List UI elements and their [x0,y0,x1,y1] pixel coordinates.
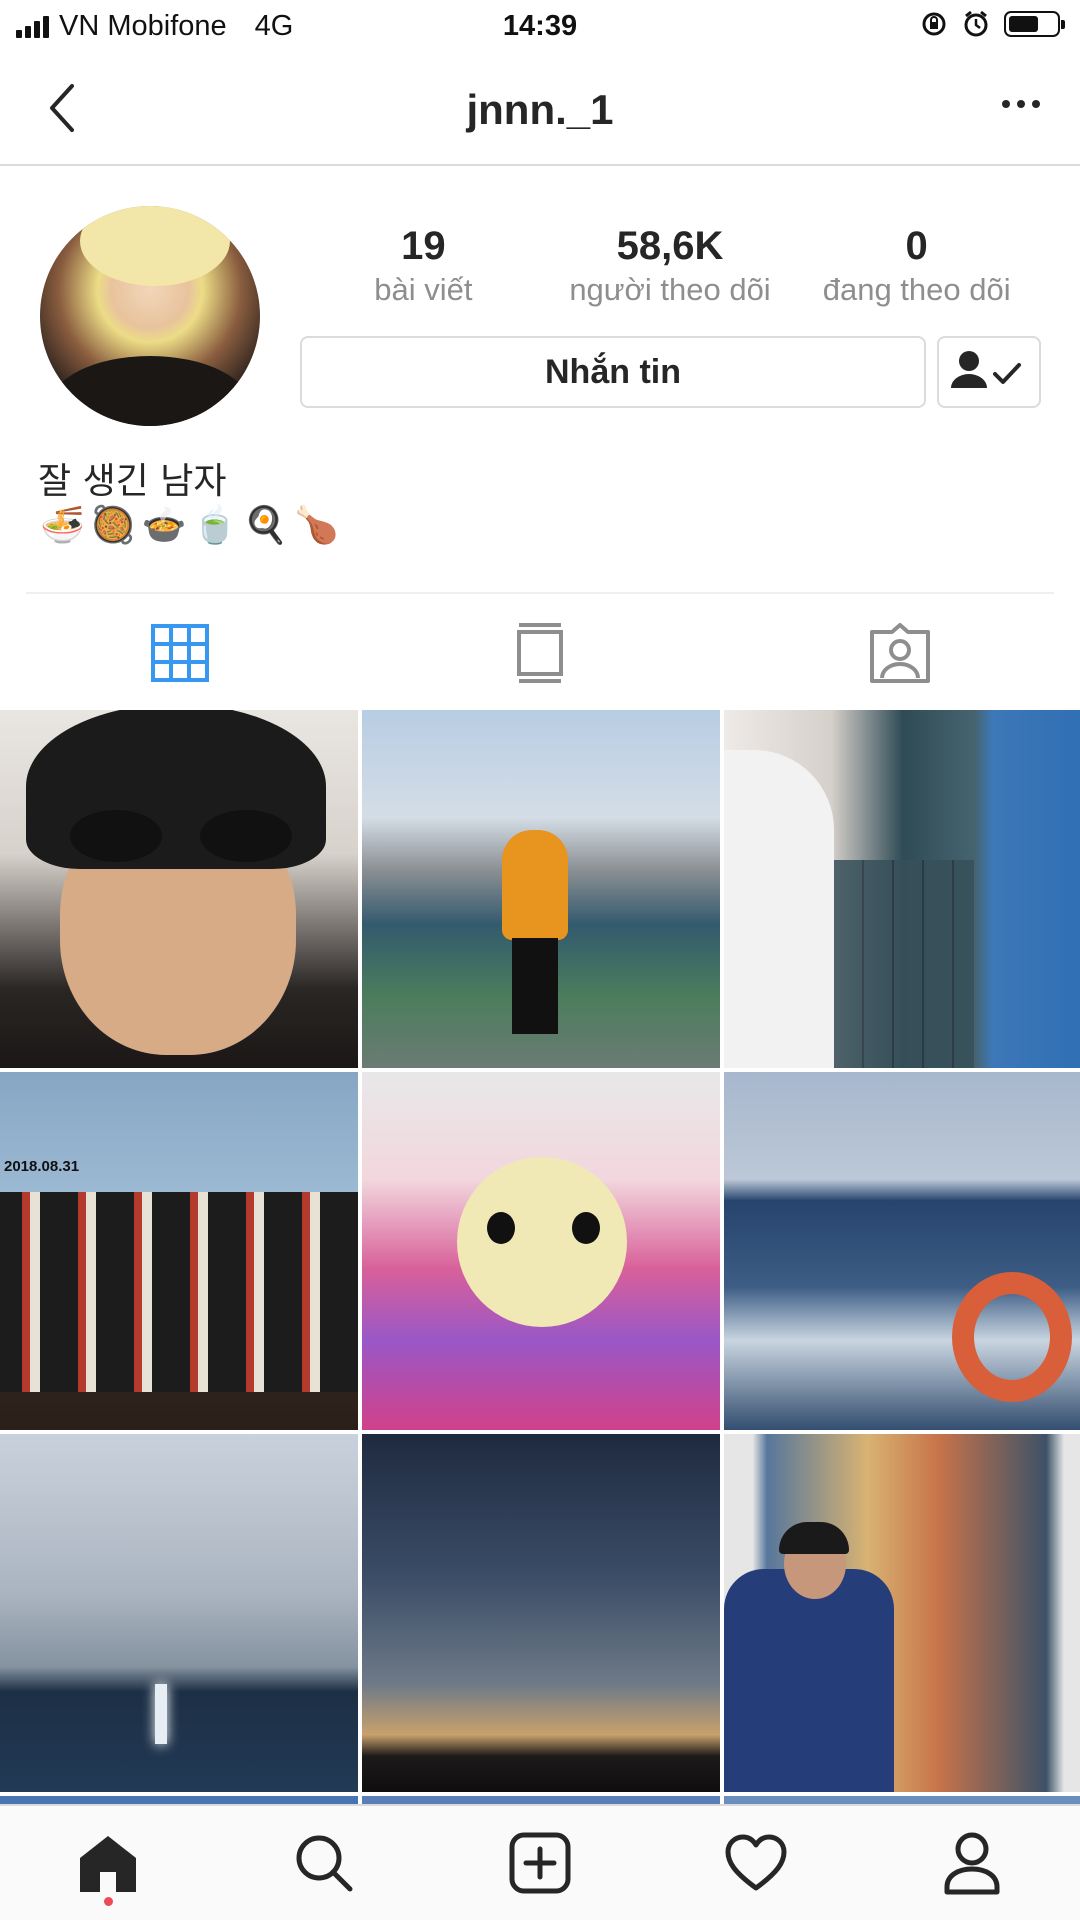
tab-tagged[interactable] [720,600,1080,706]
followers-label: người theo dõi [569,272,771,307]
nav-profile[interactable] [864,1806,1080,1920]
posts-label: bài viết [374,272,473,307]
profile-stats: 19 bài viết 58,6K người theo dõi 0 đang … [300,222,1040,310]
bottom-nav [0,1804,1080,1920]
nav-home[interactable] [0,1806,216,1920]
profile-tabs [0,600,1080,706]
grid-icon [151,624,209,682]
home-icon [80,1836,136,1892]
post-thumbnail[interactable] [724,1434,1080,1792]
search-icon [296,1835,353,1892]
stat-following[interactable]: 0 đang theo dõi [793,222,1040,310]
stat-followers[interactable]: 58,6K người theo dõi [547,222,794,310]
following-count: 0 [905,224,928,268]
post-thumbnail[interactable] [0,1434,358,1792]
add-post-icon [509,1832,571,1894]
post-thumbnail[interactable] [362,710,720,1068]
notification-dot [104,1897,113,1906]
heart-icon [725,1834,787,1891]
posts-count: 19 [401,224,446,268]
message-button[interactable]: Nhắn tin [300,336,926,408]
divider [26,592,1054,594]
post-thumbnail[interactable] [362,1796,720,1804]
nav-activity[interactable] [648,1806,864,1920]
profile-header: jnnn._1 [0,56,1080,166]
bio-emojis: 🍜🥘🍲🍵🍳🍗 [40,505,345,546]
profile-avatar[interactable] [40,206,260,426]
followers-count: 58,6K [616,224,724,268]
tab-feed[interactable] [360,600,720,706]
rotation-lock-icon [922,12,946,36]
username-title: jnnn._1 [466,86,614,133]
stat-posts[interactable]: 19 bài viết [300,222,547,310]
feed-icon [517,623,563,683]
post-thumbnail[interactable] [724,1072,1080,1430]
following-button[interactable] [937,336,1041,408]
following-label: đang theo dõi [822,272,1011,307]
tagged-icon [870,623,930,683]
profile-icon [944,1832,1000,1895]
status-bar: VN Mobifone 4G 14:39 [0,0,1080,56]
nav-search[interactable] [216,1806,432,1920]
post-thumbnail[interactable] [724,710,1080,1068]
more-options-icon[interactable] [1002,100,1040,108]
post-thumbnail[interactable] [362,1072,720,1430]
clock: 14:39 [502,10,578,42]
tab-grid[interactable] [0,600,360,706]
posts-grid: 2018.08.31 [0,710,1080,1804]
battery-icon [1004,11,1065,37]
nav-new-post[interactable] [432,1806,648,1920]
post-thumbnail[interactable] [0,1796,358,1804]
post-thumbnail[interactable] [724,1796,1080,1804]
post-thumbnail[interactable] [362,1434,720,1792]
post-thumbnail[interactable]: 2018.08.31 [0,1072,358,1430]
bio-name: 잘 생긴 남자 [38,461,227,502]
post-thumbnail[interactable] [0,710,358,1068]
person-check-icon [951,351,1021,388]
alarm-icon [964,10,988,37]
photo-caption: 2018.08.31 [4,1158,80,1175]
